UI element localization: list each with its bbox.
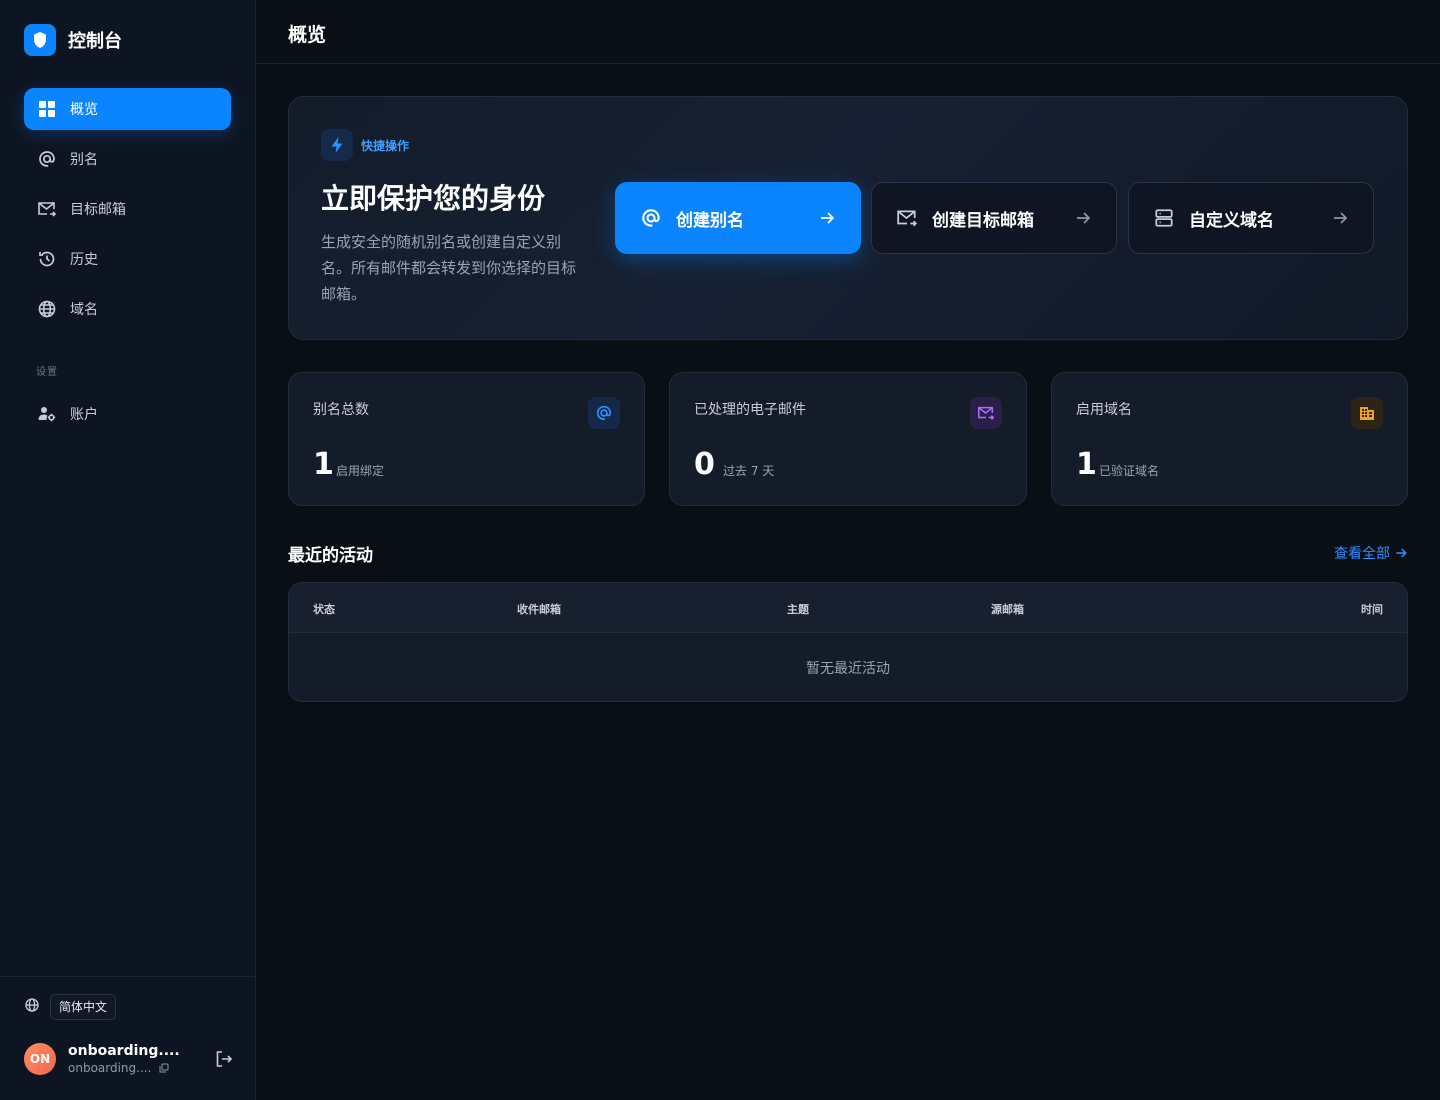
view-all-label: 查看全部: [1334, 546, 1390, 562]
shield-icon: [24, 24, 56, 56]
hero-description: 生成安全的随机别名或创建自定义别名。所有邮件都会转发到你选择的目标邮箱。: [321, 233, 577, 303]
mail-forward-icon: [37, 199, 57, 219]
stat-sub: 过去 7 天: [723, 464, 775, 478]
building-icon: [1351, 397, 1383, 429]
quick-actions-label: 快捷操作: [361, 138, 410, 153]
logout-icon[interactable]: [214, 1049, 234, 1069]
language-selector[interactable]: 简体中文: [50, 994, 117, 1020]
create-target-mailbox-label: 创建目标邮箱: [932, 210, 1034, 231]
create-alias-button[interactable]: 创建别名: [615, 182, 861, 254]
stat-value: 1: [313, 447, 334, 482]
stat-card-processed-emails[interactable]: 已处理的电子邮件 0 过去 7 天: [669, 372, 1027, 506]
sidebar-item-overview[interactable]: 概览: [24, 88, 231, 130]
server-icon: [1153, 207, 1175, 229]
stat-value: 1: [1076, 447, 1097, 482]
user-email: onboarding....: [68, 1061, 152, 1075]
arrow-right-icon: [1331, 209, 1349, 227]
user-name: onboarding....: [68, 1043, 180, 1059]
recent-activity-title: 最近的活动: [288, 546, 373, 566]
stat-sub: 启用绑定: [336, 464, 385, 478]
brand[interactable]: 控制台: [24, 24, 122, 56]
empty-state: 暂无最近活动: [806, 661, 890, 677]
sidebar-footer: 简体中文 ON onboarding.... onboarding....: [0, 976, 255, 1100]
stat-card-active-domains[interactable]: 启用域名 1 已验证域名: [1051, 372, 1408, 506]
sidebar-item-label: 别名: [70, 152, 98, 168]
user-email-row: onboarding....: [68, 1061, 188, 1075]
copy-icon[interactable]: [159, 1063, 169, 1073]
sidebar-item-history[interactable]: 历史: [24, 238, 231, 280]
create-alias-label: 创建别名: [676, 210, 744, 231]
arrow-right-icon: [1396, 548, 1407, 558]
recent-activity-table: 状态 收件邮箱 主题 源邮箱 时间 暂无最近活动: [288, 582, 1408, 702]
mail-forward-icon: [896, 207, 918, 229]
quick-actions-badge: 快捷操作: [321, 129, 409, 161]
grid-icon: [37, 99, 57, 119]
custom-domain-button[interactable]: 自定义域名: [1128, 182, 1374, 254]
sidebar-item-label: 域名: [70, 302, 98, 318]
language-row: 简体中文: [24, 994, 117, 1020]
sidebar-item-account[interactable]: 账户: [24, 393, 231, 435]
user-gear-icon: [37, 404, 57, 424]
arrow-right-icon: [1074, 209, 1092, 227]
topbar: 概览: [256, 0, 1440, 64]
sidebar-item-aliases[interactable]: 别名: [24, 138, 231, 180]
stat-card-total-aliases[interactable]: 别名总数 1 启用绑定: [288, 372, 645, 506]
history-icon: [37, 249, 57, 269]
table-header: 状态 收件邮箱 主题 源邮箱 时间: [289, 583, 1407, 633]
quick-actions-card: 快捷操作 立即保护您的身份 生成安全的随机别名或创建自定义别名。所有邮件都会转发…: [288, 96, 1408, 340]
settings-nav: 账户: [24, 393, 231, 443]
avatar[interactable]: ON: [24, 1043, 56, 1075]
arrow-right-icon: [818, 209, 836, 227]
column-source: 源邮箱: [991, 603, 1024, 616]
column-subject: 主题: [787, 603, 809, 616]
hero-title: 立即保护您的身份: [321, 182, 546, 215]
column-status: 状态: [313, 603, 335, 616]
bolt-icon: [321, 129, 353, 161]
user-profile: ON onboarding.... onboarding....: [24, 1041, 234, 1077]
sidebar: 控制台 概览 别名 目标邮箱 历史 域名 设置 账户 简体中文 ON onboa…: [0, 0, 256, 1100]
stat-value: 0: [694, 447, 715, 482]
create-target-mailbox-button[interactable]: 创建目标邮箱: [871, 182, 1117, 254]
at-icon: [37, 149, 57, 169]
stat-label: 启用域名: [1076, 402, 1132, 418]
custom-domain-label: 自定义域名: [1189, 210, 1274, 231]
stat-label: 已处理的电子邮件: [694, 402, 806, 418]
mail-forward-icon: [970, 397, 1002, 429]
page-title: 概览: [288, 24, 327, 46]
user-info: onboarding.... onboarding....: [68, 1043, 188, 1075]
at-icon: [640, 207, 662, 229]
view-all-link[interactable]: 查看全部: [1334, 543, 1408, 563]
sidebar-item-label: 历史: [70, 252, 98, 268]
stat-label: 别名总数: [313, 402, 369, 418]
column-time: 时间: [1361, 603, 1383, 616]
sidebar-item-label: 账户: [70, 407, 98, 423]
sidebar-item-target-mailboxes[interactable]: 目标邮箱: [24, 188, 231, 230]
sidebar-item-label: 目标邮箱: [70, 202, 126, 218]
globe-icon: [37, 299, 57, 319]
brand-title: 控制台: [68, 31, 122, 52]
globe-icon: [24, 997, 40, 1017]
at-icon: [588, 397, 620, 429]
sidebar-item-domains[interactable]: 域名: [24, 288, 231, 330]
nav-section-settings: 设置: [36, 367, 58, 378]
sidebar-item-label: 概览: [70, 102, 98, 118]
stat-sub: 已验证域名: [1099, 464, 1160, 478]
sidebar-nav: 概览 别名 目标邮箱 历史 域名: [24, 88, 231, 338]
column-recipient: 收件邮箱: [517, 603, 561, 616]
